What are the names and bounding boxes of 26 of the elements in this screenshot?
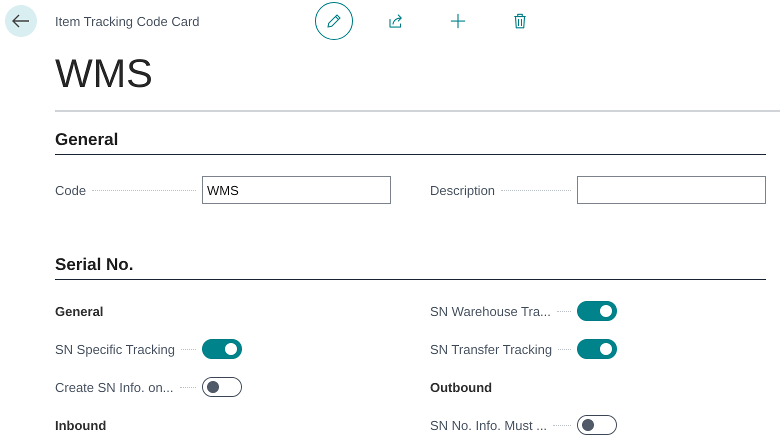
page-breadcrumb: Item Tracking Code Card xyxy=(55,14,201,28)
back-arrow-icon xyxy=(12,14,30,28)
group-heading: General xyxy=(55,304,104,318)
plus-icon xyxy=(449,12,467,30)
field-label: Description xyxy=(430,182,496,198)
record-title: WMS xyxy=(55,51,154,98)
section-title: General xyxy=(55,130,766,155)
toggle-switch[interactable] xyxy=(577,339,617,359)
pencil-icon xyxy=(325,12,343,30)
field-label: SN Specific Tracking xyxy=(55,342,175,356)
field-label: SN No. Info. Must ... xyxy=(430,418,548,432)
field-label: Create SN Info. on... xyxy=(55,380,174,394)
toggle-switch[interactable] xyxy=(202,339,242,359)
text-field[interactable] xyxy=(577,176,766,204)
group-heading: Inbound xyxy=(55,418,106,432)
field-label: SN Transfer Tracking xyxy=(430,342,552,356)
edit-button[interactable] xyxy=(315,2,353,40)
field-label: Code xyxy=(55,182,86,198)
section-title: Serial No. xyxy=(55,255,766,280)
text-field[interactable]: WMS xyxy=(202,176,391,204)
toggle-switch[interactable] xyxy=(577,415,617,435)
back-button[interactable] xyxy=(5,5,37,37)
toggle-switch[interactable] xyxy=(202,377,242,397)
field-label: SN Warehouse Tra... xyxy=(430,304,551,318)
group-heading: Outbound xyxy=(430,380,492,394)
toggle-switch[interactable] xyxy=(577,301,617,321)
